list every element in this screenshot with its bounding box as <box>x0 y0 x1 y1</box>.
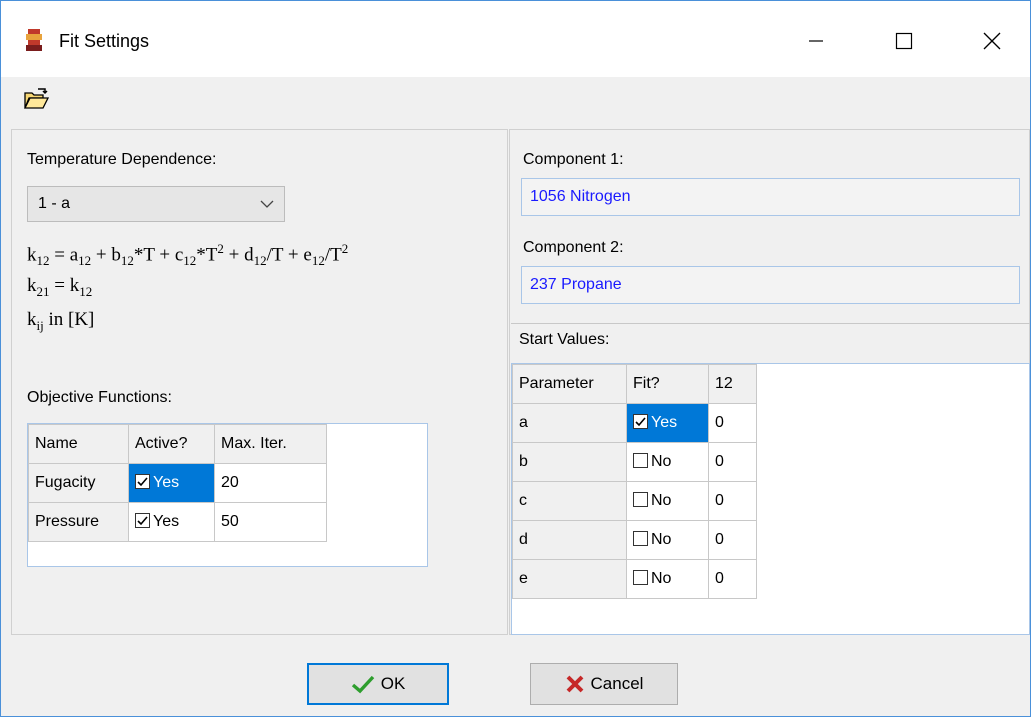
column-header-12: 12 <box>708 364 757 404</box>
fit-value: No <box>651 531 672 548</box>
temperature-dependence-select[interactable]: 1 - a <box>27 186 285 222</box>
column-header-name: Name <box>28 424 129 464</box>
formula-k21: k21 = k12 <box>27 275 93 299</box>
max-iter-cell-pressure[interactable]: 50 <box>214 502 327 542</box>
start-value-c[interactable]: 0 <box>708 481 757 521</box>
fit-checkbox-c[interactable]: No <box>626 481 709 521</box>
checkmark-icon <box>137 477 148 487</box>
ok-button[interactable]: OK <box>307 663 449 705</box>
unchecked-box-icon <box>633 570 648 585</box>
minimize-icon <box>809 40 823 42</box>
table-row: a Yes 0 <box>512 403 757 443</box>
chevron-down-icon <box>260 200 274 208</box>
start-value-a[interactable]: 0 <box>708 403 757 443</box>
table-row: b No 0 <box>512 442 757 482</box>
table-row: e No 0 <box>512 559 757 599</box>
temperature-dependence-label: Temperature Dependence: <box>27 151 217 168</box>
fit-value: Yes <box>651 414 678 431</box>
row-name-pressure: Pressure <box>28 502 129 542</box>
active-value: Yes <box>153 474 180 491</box>
fit-value: No <box>651 453 672 470</box>
unchecked-box-icon <box>633 492 648 507</box>
max-iter-cell-fugacity[interactable]: 20 <box>214 463 327 503</box>
parameter-d: d <box>512 520 627 560</box>
start-values-grid: Parameter Fit? 12 a Yes 0 b No 0 c No 0 … <box>511 363 1030 635</box>
component2-field: 237 Propane <box>521 266 1020 304</box>
active-checkbox-pressure[interactable]: Yes <box>128 502 215 542</box>
checkmark-icon <box>137 516 148 526</box>
column-header-parameter: Parameter <box>512 364 627 404</box>
component1-label: Component 1: <box>523 151 624 168</box>
table-row: c No 0 <box>512 481 757 521</box>
start-value-d[interactable]: 0 <box>708 520 757 560</box>
window-title: Fit Settings <box>59 31 150 51</box>
column-header-max-iter: Max. Iter. <box>214 424 327 464</box>
ok-button-label: OK <box>380 674 406 693</box>
checkmark-icon <box>351 675 374 694</box>
table-row: d No 0 <box>512 520 757 560</box>
objective-table: Name Active? Max. Iter. Fugacity Yes 20 … <box>28 424 327 542</box>
unchecked-box-icon <box>633 453 648 468</box>
component2-label: Component 2: <box>523 239 624 256</box>
component1-value: 1056 Nitrogen <box>530 188 631 205</box>
fit-value: No <box>651 570 672 587</box>
close-icon <box>983 32 1001 50</box>
divider <box>511 323 1030 324</box>
toolbar <box>1 78 1030 126</box>
app-icon <box>26 29 42 51</box>
table-row: Fugacity Yes 20 <box>28 463 327 503</box>
formula-k12: k12 = a12 + b12*T + c12*T2 + d12/T + e12… <box>27 241 349 269</box>
close-button[interactable] <box>969 21 1015 61</box>
parameter-b: b <box>512 442 627 482</box>
objective-functions-grid: Name Active? Max. Iter. Fugacity Yes 20 … <box>27 423 428 567</box>
minimize-button[interactable] <box>793 21 839 61</box>
fit-checkbox-a[interactable]: Yes <box>626 403 709 443</box>
parameter-c: c <box>512 481 627 521</box>
cancel-button[interactable]: Cancel <box>530 663 678 705</box>
component1-field: 1056 Nitrogen <box>521 178 1020 216</box>
checkmark-icon <box>635 417 646 427</box>
row-name-fugacity: Fugacity <box>28 463 129 503</box>
maximize-button[interactable] <box>881 21 927 61</box>
title-bar: Fit Settings <box>1 1 1030 77</box>
start-values-label: Start Values: <box>519 331 610 348</box>
fit-checkbox-b[interactable]: No <box>626 442 709 482</box>
start-value-e[interactable]: 0 <box>708 559 757 599</box>
formula-unit: kij in [K] <box>27 309 95 333</box>
unchecked-box-icon <box>633 531 648 546</box>
objective-functions-label: Objective Functions: <box>27 389 172 406</box>
start-values-table: Parameter Fit? 12 a Yes 0 b No 0 c No 0 … <box>512 364 757 599</box>
parameter-e: e <box>512 559 627 599</box>
fit-checkbox-e[interactable]: No <box>626 559 709 599</box>
temperature-dependence-value: 1 - a <box>38 195 71 212</box>
start-value-b[interactable]: 0 <box>708 442 757 482</box>
cancel-button-label: Cancel <box>590 674 644 693</box>
active-checkbox-fugacity[interactable]: Yes <box>128 463 215 503</box>
fit-value: No <box>651 492 672 509</box>
maximize-icon <box>895 32 913 50</box>
column-header-fit: Fit? <box>626 364 709 404</box>
parameter-a: a <box>512 403 627 443</box>
fit-settings-window: Fit Settings Temperature Dependence: 1 -… <box>0 0 1031 717</box>
table-row: Pressure Yes 50 <box>28 502 327 542</box>
open-folder-icon[interactable] <box>23 87 49 111</box>
active-value: Yes <box>153 513 180 530</box>
fit-checkbox-d[interactable]: No <box>626 520 709 560</box>
close-icon <box>566 675 583 693</box>
column-header-active: Active? <box>128 424 215 464</box>
component2-value: 237 Propane <box>530 276 622 293</box>
